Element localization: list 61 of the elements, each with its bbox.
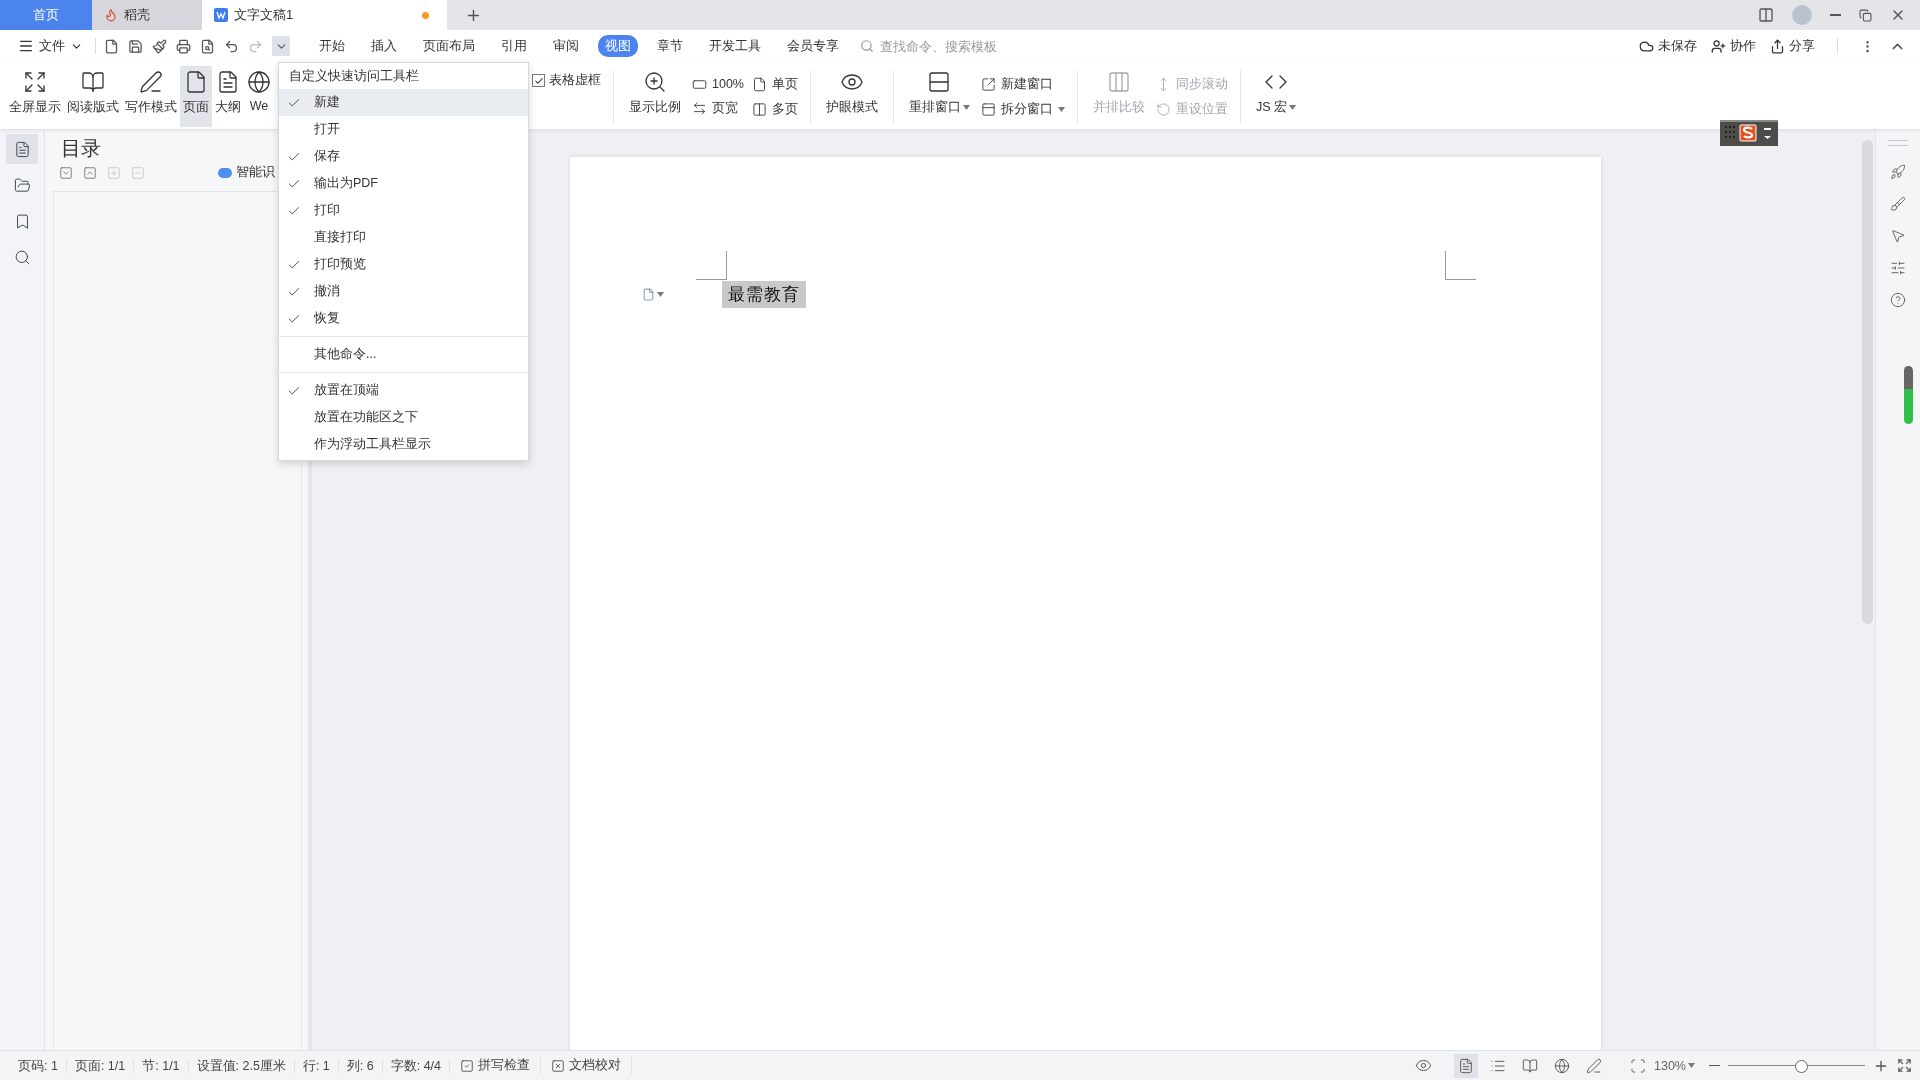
- ribbon-button[interactable]: 页宽: [692, 99, 744, 117]
- ribbon-button[interactable]: 100%: [692, 76, 744, 92]
- ribbon-tab[interactable]: 视图: [598, 35, 638, 57]
- status-button[interactable]: 文档校对: [541, 1057, 633, 1074]
- ribbon-tab[interactable]: 审阅: [546, 35, 586, 57]
- ribbon-button[interactable]: 大纲: [212, 66, 244, 127]
- status-button[interactable]: 拼写检查: [450, 1057, 542, 1074]
- ribbon-tab[interactable]: 页面布局: [416, 35, 482, 57]
- menu-item[interactable]: 输出为PDF: [279, 170, 528, 197]
- ribbon-button[interactable]: 阅读版式: [64, 66, 122, 127]
- menu-item[interactable]: 作为浮动工具栏显示: [279, 431, 528, 458]
- ribbon-button[interactable]: 单页: [752, 75, 798, 93]
- ribbon-tab[interactable]: 引用: [494, 35, 534, 57]
- document-tab[interactable]: 稻壳: [92, 0, 202, 30]
- ribbon-button[interactable]: 多页: [752, 100, 798, 118]
- menu-item[interactable]: 直接打印: [279, 224, 528, 251]
- document-tab[interactable]: 首页: [0, 0, 92, 30]
- file-menu[interactable]: 文件: [14, 37, 87, 55]
- status-text: 设置值: 2.5厘米: [188, 1058, 295, 1073]
- ribbon-tab[interactable]: 章节: [650, 35, 690, 57]
- menu-item[interactable]: 放置在功能区之下: [279, 404, 528, 431]
- table-gridlines-checkbox[interactable]: 表格虚框: [532, 72, 601, 89]
- menu-item[interactable]: 新建: [279, 89, 528, 116]
- ribbon-button[interactable]: 页面: [180, 66, 212, 127]
- zoom-dropdown[interactable]: 130%: [1654, 1058, 1695, 1073]
- ribbon-tab[interactable]: 会员专享: [780, 35, 846, 57]
- menu-item[interactable]: 打开: [279, 116, 528, 143]
- status-text: 字数: 4/4: [382, 1058, 451, 1073]
- panel-title: 目录: [60, 136, 101, 161]
- toolbar-action[interactable]: 分享: [1770, 37, 1815, 55]
- status-text: 页码: 1: [10, 1058, 67, 1073]
- ribbon-button[interactable]: 护眼模式: [823, 66, 881, 127]
- status-text: 节: 1/1: [134, 1058, 189, 1073]
- menu-item[interactable]: 撤消: [279, 278, 528, 305]
- ribbon-button[interactable]: 全屏显示: [6, 66, 64, 127]
- smart-detect-button[interactable]: 智能识: [218, 164, 275, 181]
- menu-item[interactable]: 放置在顶端: [279, 377, 528, 404]
- menu-title: 自定义快速访问工具栏: [288, 67, 420, 85]
- toolbar-action[interactable]: 未保存: [1639, 37, 1697, 55]
- ribbon-button[interactable]: 新建窗口: [981, 75, 1065, 93]
- menu-item[interactable]: 恢复: [279, 305, 528, 332]
- document-tab[interactable]: 文字文稿1: [202, 0, 447, 30]
- search-field[interactable]: 查找命令、搜索模板: [860, 37, 1012, 55]
- ribbon-button[interactable]: JS 宏: [1253, 66, 1300, 127]
- status-text: 页面: 1/1: [66, 1058, 135, 1073]
- ribbon-tab[interactable]: 开始: [312, 35, 352, 57]
- status-text: 行: 1: [294, 1058, 339, 1073]
- document-text: 最需教育: [722, 281, 806, 308]
- menu-item[interactable]: 保存: [279, 143, 528, 170]
- ribbon-button[interactable]: 重排窗口: [906, 66, 973, 127]
- status-text: 列: 6: [338, 1058, 383, 1073]
- ribbon-button[interactable]: 写作模式: [122, 66, 180, 127]
- ribbon-button[interactable]: We: [244, 66, 274, 127]
- menu-item[interactable]: 其他命令...: [279, 341, 528, 368]
- menu-item[interactable]: 打印预览: [279, 251, 528, 278]
- toolbar-action[interactable]: 协作: [1711, 37, 1756, 55]
- ribbon-button[interactable]: 显示比例: [626, 66, 684, 127]
- ribbon-tab[interactable]: 插入: [364, 35, 404, 57]
- menu-item[interactable]: 打印: [279, 197, 528, 224]
- ribbon-tab[interactable]: 开发工具: [702, 35, 768, 57]
- ribbon-button[interactable]: 拆分窗口: [981, 100, 1065, 118]
